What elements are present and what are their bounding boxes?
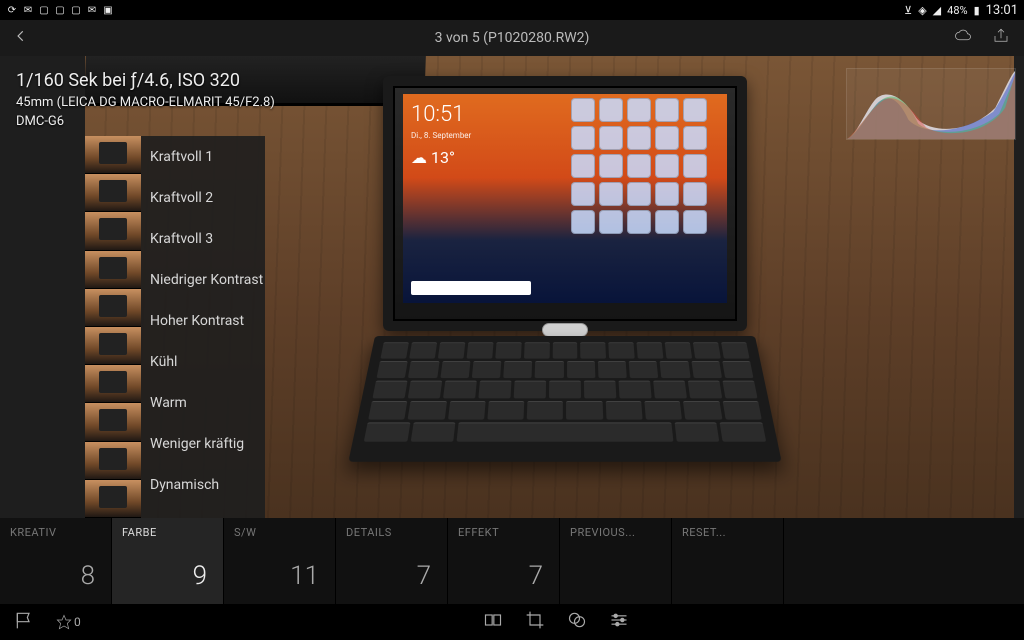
histogram[interactable] — [846, 68, 1016, 140]
adjustment-values-row: 8 9 11 7 7 — [0, 548, 1024, 604]
preset-label: Kraftvoll 2 — [150, 190, 213, 206]
preset-thumb[interactable] — [85, 212, 141, 250]
cal-icon: ▢ — [54, 4, 66, 16]
compare-icon[interactable] — [483, 610, 503, 634]
preset-thumb[interactable] — [85, 480, 141, 518]
preset-thumb[interactable] — [85, 403, 141, 441]
value-sw[interactable]: 11 — [224, 548, 336, 604]
cloud-sync-icon[interactable] — [954, 27, 972, 49]
clock: 13:01 — [986, 3, 1018, 18]
presets-icon[interactable] — [567, 610, 587, 634]
cal-icon: ▢ — [38, 4, 50, 16]
preset-thumb[interactable] — [85, 251, 141, 289]
battery-icon: ▮ — [974, 4, 980, 17]
image-icon: ▣ — [102, 4, 114, 16]
exif-camera: DMC-G6 — [16, 114, 275, 129]
preset-label: Kühl — [150, 354, 177, 370]
exif-overlay: 1/160 Sek bei ƒ/4.6, ISO 320 45mm (LEICA… — [16, 70, 275, 129]
value-farbe[interactable]: 9 — [112, 548, 224, 604]
tab-sw[interactable]: S/W — [224, 518, 336, 548]
back-button[interactable] — [14, 29, 28, 47]
mail-icon: ✉ — [22, 4, 34, 16]
battery-percent: 48% — [947, 4, 967, 17]
bluetooth-icon: ⊻ — [904, 4, 912, 17]
preset-thumb[interactable] — [85, 327, 141, 365]
preset-thumb[interactable] — [85, 174, 141, 212]
preset-label: Niedriger Kontrast — [150, 272, 263, 288]
preset-label: Warm — [150, 395, 187, 411]
preset-label: Kraftvoll 1 — [150, 149, 213, 165]
value-effekt[interactable]: 7 — [448, 548, 560, 604]
wifi-icon: ◈ — [918, 4, 926, 17]
main-canvas-area: 10:51 Di., 8. September ☁ 13° — [0, 56, 1024, 518]
tab-previous[interactable]: PREVIOUS... — [560, 518, 672, 548]
share-icon[interactable] — [992, 27, 1010, 49]
flag-icon[interactable] — [14, 610, 34, 634]
crop-icon[interactable] — [525, 610, 545, 634]
app-top-bar: 3 von 5 (P1020280.RW2) — [0, 20, 1024, 56]
tab-details[interactable]: DETAILS — [336, 518, 448, 548]
value-kreativ[interactable]: 8 — [0, 548, 112, 604]
tab-effekt[interactable]: EFFEKT — [448, 518, 560, 548]
preset-label: Kraftvoll 3 — [150, 231, 213, 247]
tab-farbe[interactable]: FARBE — [112, 518, 224, 548]
preset-thumb[interactable] — [85, 442, 141, 480]
preset-thumbnail-strip — [85, 136, 141, 518]
preset-label: Dynamisch — [150, 477, 219, 493]
cal-icon: ▢ — [70, 4, 82, 16]
message-icon: ✉ — [86, 4, 98, 16]
value-reset[interactable] — [672, 548, 784, 604]
value-previous[interactable] — [560, 548, 672, 604]
preset-thumb[interactable] — [85, 136, 141, 174]
adjust-icon[interactable] — [609, 610, 629, 634]
signal-icon: ◢ — [933, 4, 941, 17]
android-status-bar: ⟳ ✉ ▢ ▢ ▢ ✉ ▣ ⊻ ◈ ◢ 48% ▮ 13:01 — [0, 0, 1024, 20]
bottom-toolbar: 0 — [0, 604, 1024, 640]
exif-lens: 45mm (LEICA DG MACRO-ELMARIT 45/F2.8) — [16, 95, 275, 110]
preset-thumb[interactable] — [85, 365, 141, 403]
tab-kreativ[interactable]: KREATIV — [0, 518, 112, 548]
adjustment-panel-tabs: KREATIV FARBE S/W DETAILS EFFEKT PREVIOU… — [0, 518, 1024, 548]
status-left-icons: ⟳ ✉ ▢ ▢ ▢ ✉ ▣ — [6, 4, 114, 16]
image-counter-title: 3 von 5 (P1020280.RW2) — [435, 30, 590, 46]
sync-icon: ⟳ — [6, 4, 18, 16]
rating-value: 0 — [74, 615, 81, 629]
star-rating[interactable]: 0 — [56, 614, 81, 630]
tab-reset[interactable]: RESET... — [672, 518, 784, 548]
exif-exposure: 1/160 Sek bei ƒ/4.6, ISO 320 — [16, 70, 275, 91]
preset-thumb[interactable] — [85, 289, 141, 327]
preset-label: Weniger kräftig — [150, 436, 244, 452]
value-details[interactable]: 7 — [336, 548, 448, 604]
preset-label: Hoher Kontrast — [150, 313, 244, 329]
